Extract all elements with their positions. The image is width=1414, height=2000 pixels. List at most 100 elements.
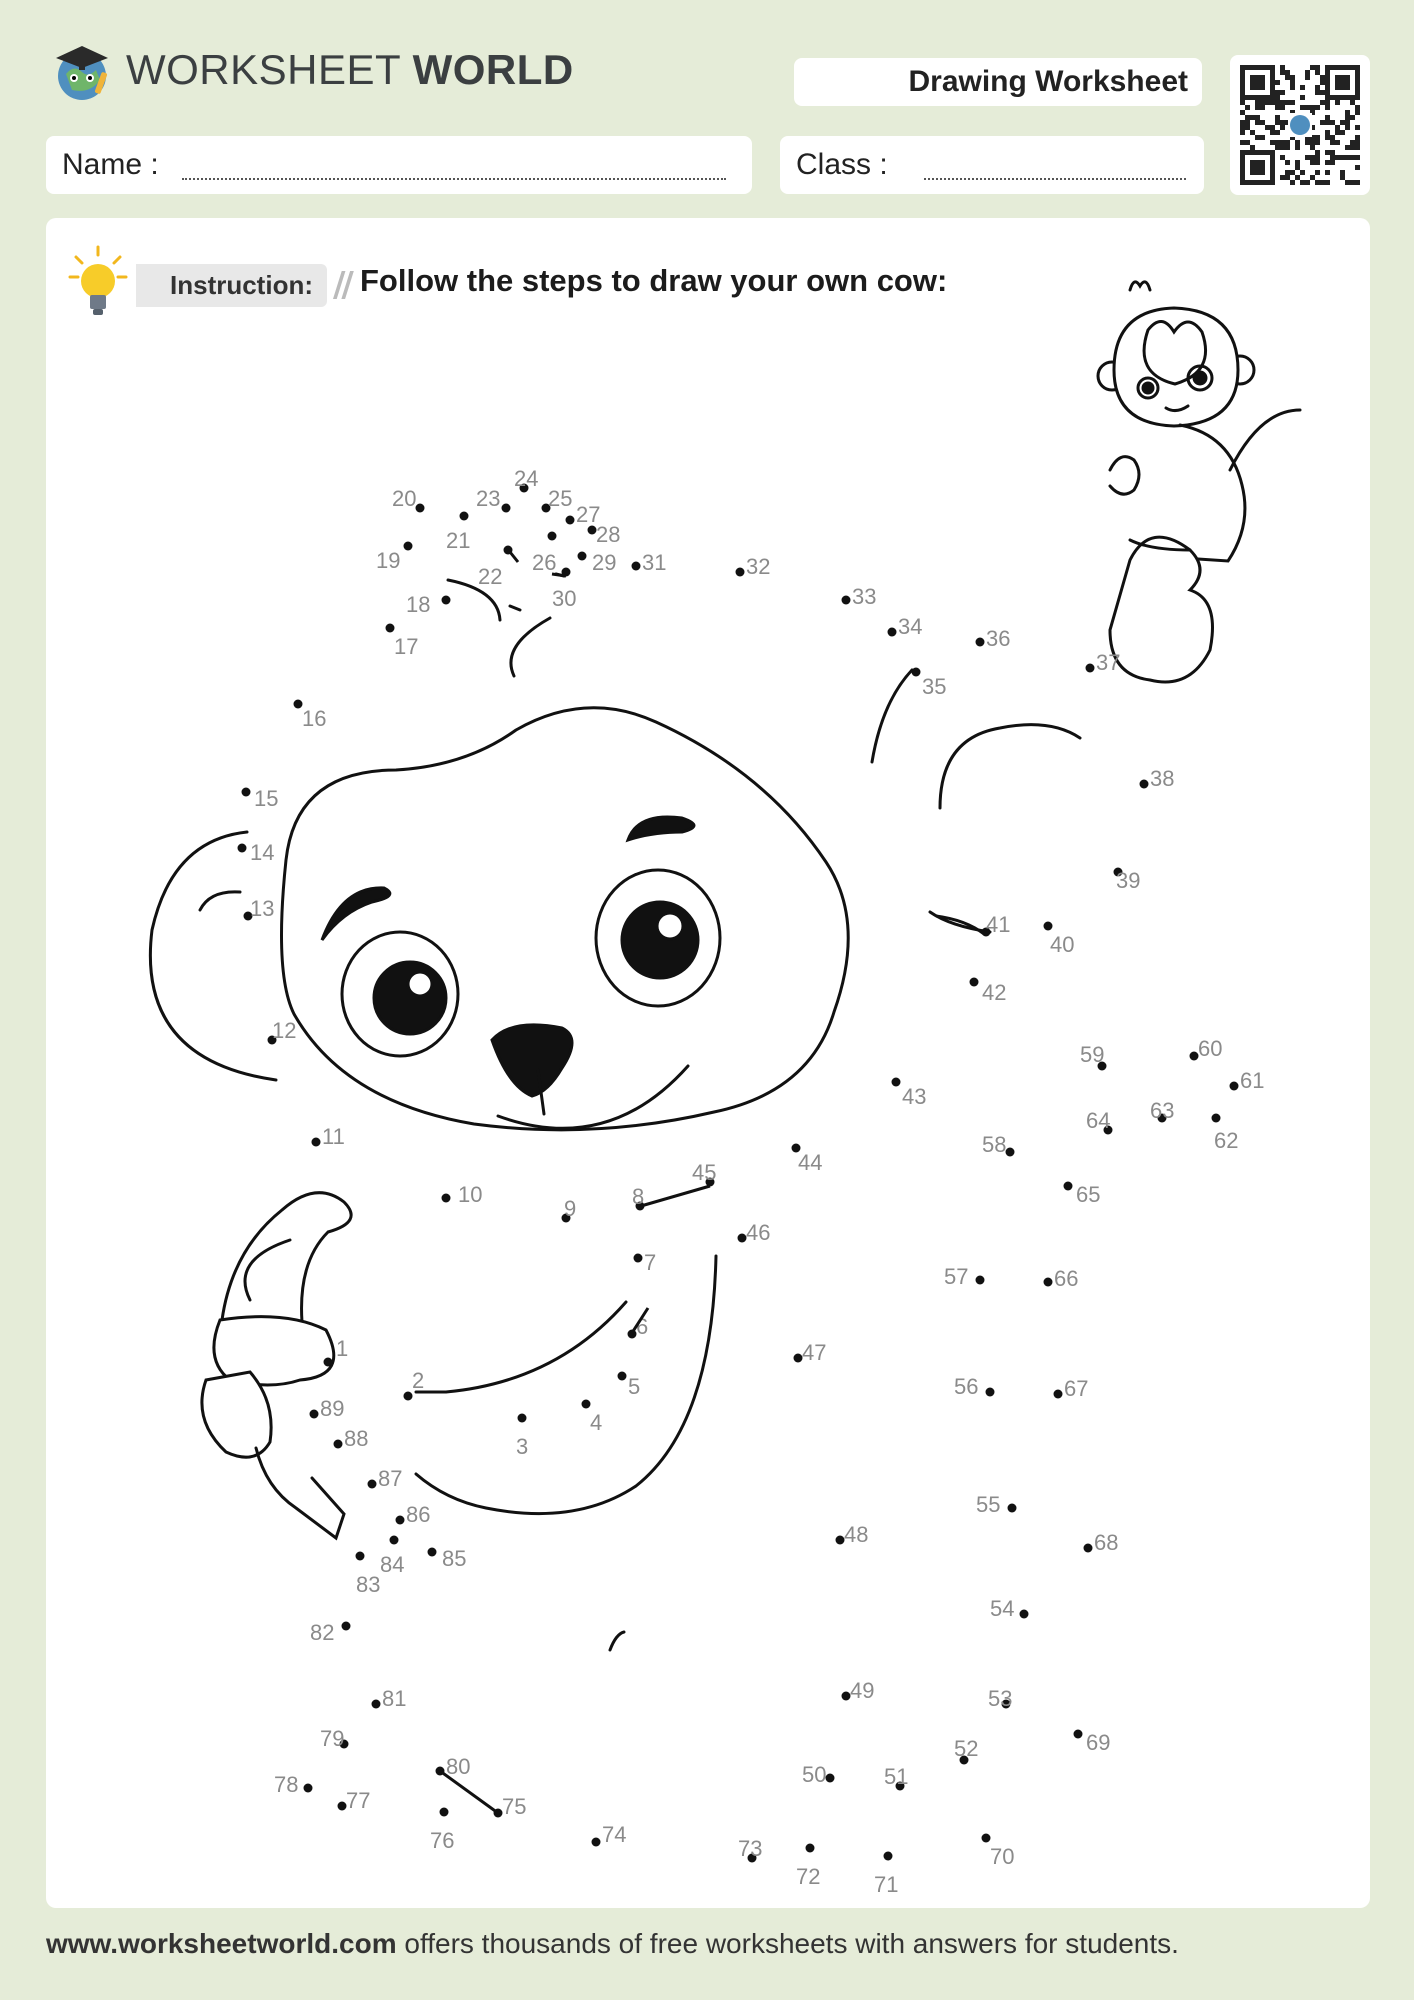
- dot-37: [1085, 663, 1095, 673]
- dot-label-3: 3: [516, 1434, 528, 1459]
- dot-81: [371, 1699, 381, 1709]
- dot-87: [367, 1479, 377, 1489]
- dot-label-17: 17: [394, 634, 418, 659]
- dot-38: [1139, 779, 1149, 789]
- dot-86: [395, 1515, 405, 1525]
- dot-label-43: 43: [902, 1084, 926, 1109]
- dot-11: [311, 1137, 321, 1147]
- dot-label-26: 26: [532, 550, 556, 575]
- dot-label-36: 36: [986, 626, 1010, 651]
- dot-to-dot-drawing: 1234567891011121314151617181920212223242…: [148, 280, 1302, 1897]
- dot-67: [1053, 1389, 1063, 1399]
- dot-label-39: 39: [1116, 868, 1140, 893]
- dot-78: [303, 1783, 313, 1793]
- dot-42: [969, 977, 979, 987]
- dot-label-66: 66: [1054, 1266, 1078, 1291]
- monkey-partial-outline: [148, 572, 1082, 1652]
- dot-label-51: 51: [884, 1764, 908, 1789]
- dot-label-49: 49: [850, 1678, 874, 1703]
- dot-14: [237, 843, 247, 853]
- dot-label-30: 30: [552, 586, 576, 611]
- dot-label-18: 18: [406, 592, 430, 617]
- dot-label-12: 12: [272, 1018, 296, 1043]
- dot-label-46: 46: [746, 1220, 770, 1245]
- dot-label-9: 9: [564, 1196, 576, 1221]
- dot-88: [333, 1439, 343, 1449]
- dot-label-62: 62: [1214, 1128, 1238, 1153]
- dot-56: [985, 1387, 995, 1397]
- dot-label-47: 47: [802, 1340, 826, 1365]
- dot-label-56: 56: [954, 1374, 978, 1399]
- dot-label-40: 40: [1050, 932, 1074, 957]
- dot-label-25: 25: [548, 486, 572, 511]
- dot-label-41: 41: [986, 912, 1010, 937]
- dot-label-15: 15: [254, 786, 278, 811]
- dot-label-5: 5: [628, 1374, 640, 1399]
- dot-89: [309, 1409, 319, 1419]
- dot-50: [825, 1773, 835, 1783]
- dot-label-77: 77: [346, 1788, 370, 1813]
- dot-19: [403, 541, 413, 551]
- dot-label-42: 42: [982, 980, 1006, 1005]
- dot-label-69: 69: [1086, 1730, 1110, 1755]
- dot-label-32: 32: [746, 554, 770, 579]
- dot-label-86: 86: [406, 1502, 430, 1527]
- dot-label-34: 34: [898, 614, 922, 639]
- dot-label-60: 60: [1198, 1036, 1222, 1061]
- dot-27: [565, 515, 575, 525]
- dot-26: [547, 531, 557, 541]
- dot-15: [241, 787, 251, 797]
- dot-4: [581, 1399, 591, 1409]
- dot-label-65: 65: [1076, 1182, 1100, 1207]
- dot-71: [883, 1851, 893, 1861]
- dot-label-57: 57: [944, 1264, 968, 1289]
- dot-label-22: 22: [478, 564, 502, 589]
- dot-label-7: 7: [644, 1250, 656, 1275]
- dot-58: [1005, 1147, 1015, 1157]
- dot-label-11: 11: [322, 1124, 345, 1149]
- footer-message: offers thousands of free worksheets with…: [396, 1928, 1179, 1959]
- dot-label-67: 67: [1064, 1376, 1088, 1401]
- dot-label-16: 16: [302, 706, 326, 731]
- dot-20: [415, 503, 425, 513]
- dot-label-84: 84: [380, 1552, 404, 1577]
- dot-label-14: 14: [250, 840, 274, 865]
- dot-label-63: 63: [1150, 1098, 1174, 1123]
- dot-label-52: 52: [954, 1736, 978, 1761]
- dot-label-78: 78: [274, 1772, 298, 1797]
- dot-21: [459, 511, 469, 521]
- dot-62: [1211, 1113, 1221, 1123]
- dot-label-53: 53: [988, 1686, 1012, 1711]
- dot-33: [841, 595, 851, 605]
- dot-label-21: 21: [446, 528, 470, 553]
- dot-35: [911, 667, 921, 677]
- dot-10: [441, 1193, 451, 1203]
- dot-57: [975, 1275, 985, 1285]
- dot-23: [501, 503, 511, 513]
- dot-31: [631, 561, 641, 571]
- dot-label-74: 74: [602, 1822, 626, 1847]
- dot-label-82: 82: [310, 1620, 334, 1645]
- dot-43: [891, 1077, 901, 1087]
- dot-17: [385, 623, 395, 633]
- dot-label-85: 85: [442, 1546, 466, 1571]
- dot-66: [1043, 1277, 1053, 1287]
- dot-label-28: 28: [596, 522, 620, 547]
- dot-label-44: 44: [798, 1150, 822, 1175]
- dot-label-64: 64: [1086, 1108, 1110, 1133]
- dot-label-35: 35: [922, 674, 946, 699]
- dot-85: [427, 1547, 437, 1557]
- dot-74: [591, 1837, 601, 1847]
- dot-label-55: 55: [976, 1492, 1000, 1517]
- dot-68: [1083, 1543, 1093, 1553]
- dot-40: [1043, 921, 1053, 931]
- dot-70: [981, 1833, 991, 1843]
- dot-65: [1063, 1181, 1073, 1191]
- dot-82: [341, 1621, 351, 1631]
- dot-3: [517, 1413, 527, 1423]
- dot-label-61: 61: [1240, 1068, 1264, 1093]
- dot-label-81: 81: [382, 1686, 406, 1711]
- dot-label-19: 19: [376, 548, 400, 573]
- dot-54: [1019, 1609, 1029, 1619]
- dot-29: [577, 551, 587, 561]
